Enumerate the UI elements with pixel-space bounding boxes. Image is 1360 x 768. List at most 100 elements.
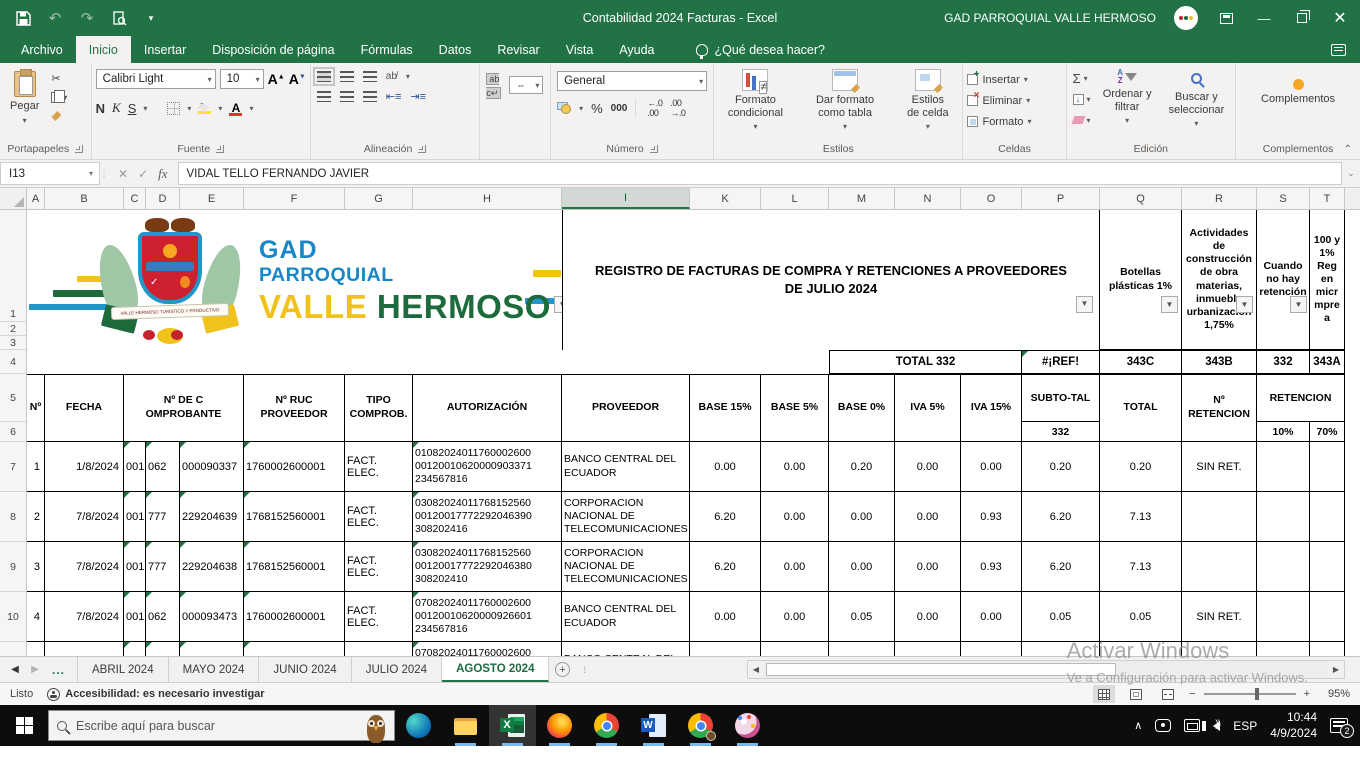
cell-autorizacion[interactable]: 07082024011760002600 0012001062000093473… xyxy=(413,642,562,656)
row-header-7[interactable]: 7 xyxy=(0,442,26,492)
cell-iva5[interactable]: 0.00 xyxy=(895,592,961,642)
cell-base5[interactable]: 0.00 xyxy=(761,642,829,656)
cell-total[interactable]: 0.25 xyxy=(1100,642,1182,656)
cell-total[interactable]: 0.05 xyxy=(1100,592,1182,642)
network-icon[interactable] xyxy=(1184,719,1201,732)
cell-ruc[interactable]: 1760002600001 xyxy=(244,642,345,656)
cell-total[interactable]: 7.13 xyxy=(1100,492,1182,542)
header-iva5[interactable]: IVA 5% xyxy=(895,374,961,442)
clipboard-dialog-launcher[interactable] xyxy=(75,145,84,153)
header-subtotal[interactable]: SUBTO-TAL 332 xyxy=(1022,374,1100,442)
column-header-R[interactable]: R xyxy=(1182,188,1257,209)
column-header-M[interactable]: M xyxy=(829,188,895,209)
cell-iva15[interactable]: 0.93 xyxy=(961,542,1022,592)
cell-subtotal[interactable]: 6.20 xyxy=(1022,542,1100,592)
menu-tab-f-rmulas[interactable]: Fórmulas xyxy=(348,36,426,63)
cell-iva5[interactable]: 0.00 xyxy=(895,492,961,542)
cell-base15[interactable]: 0.00 xyxy=(690,642,761,656)
volume-icon[interactable] xyxy=(1202,719,1221,731)
collapse-ribbon-icon[interactable]: ⌃ xyxy=(1344,144,1352,155)
column-header-D[interactable]: D xyxy=(146,188,180,209)
cell-d[interactable]: 777 xyxy=(146,492,180,542)
cell-t[interactable] xyxy=(1310,492,1345,542)
filter-dropdown-q[interactable]: ▼ xyxy=(1161,296,1178,313)
cell-tipo[interactable]: FACT. ELEC. xyxy=(345,492,413,542)
borders-dropdown[interactable]: ▾ xyxy=(187,104,191,113)
language-indicator[interactable]: ESP xyxy=(1233,719,1257,733)
cell-c[interactable]: 001 xyxy=(124,492,146,542)
filter-dropdown-s[interactable]: ▼ xyxy=(1290,296,1307,313)
header-cuando[interactable]: Cuando no hay retención ▼ xyxy=(1257,210,1310,350)
cell-iva5[interactable]: 0.00 xyxy=(895,642,961,656)
save-icon[interactable] xyxy=(14,9,32,27)
cell-t[interactable] xyxy=(1310,642,1345,656)
taskbar-search-input[interactable]: Escribe aquí para buscar xyxy=(48,710,395,743)
zoom-slider-thumb[interactable] xyxy=(1255,688,1260,700)
fill-color-dropdown[interactable]: ▾ xyxy=(218,104,222,113)
header-retencion[interactable]: RETENCION 10% 70% xyxy=(1257,374,1345,442)
cell-d[interactable]: 777 xyxy=(146,542,180,592)
restore-button[interactable] xyxy=(1292,8,1312,28)
menu-tab-disposici-n-de-p-gina[interactable]: Disposición de página xyxy=(199,36,347,63)
enter-icon[interactable]: ✓ xyxy=(138,167,148,181)
cell-autorizacion[interactable]: 03082024011768152560 0012001777229204638… xyxy=(413,542,562,592)
filter-dropdown-logo[interactable]: ▼ xyxy=(554,296,562,313)
borders-button[interactable] xyxy=(167,101,181,115)
paste-button[interactable]: Pegar ▾ xyxy=(4,67,45,129)
number-dialog-launcher[interactable] xyxy=(649,145,658,153)
row-header-11[interactable]: 11 xyxy=(0,642,26,656)
total-332-cell[interactable]: TOTAL 332 xyxy=(829,350,1022,374)
cell-s[interactable] xyxy=(1257,492,1310,542)
column-header-A[interactable]: A xyxy=(27,188,45,209)
cell-iva5[interactable]: 0.00 xyxy=(895,442,961,492)
cell-proveedor[interactable]: BANCO CENTRAL DEL ECUADOR xyxy=(562,442,690,492)
column-header-B[interactable]: B xyxy=(45,188,124,209)
clear-button[interactable]: ▾ xyxy=(1071,112,1093,128)
close-button[interactable]: ✕ xyxy=(1330,8,1350,28)
notification-center-icon[interactable]: 2 xyxy=(1330,718,1354,738)
font-size-combo[interactable]: 10 ▾ xyxy=(219,69,264,89)
increase-indent-button[interactable]: ⇥≡ xyxy=(410,90,426,103)
cell-fecha[interactable]: 7/8/2024 xyxy=(45,642,124,656)
cell-tipo[interactable]: FACT. ELEC. xyxy=(345,542,413,592)
taskbar-excel-icon[interactable]: X xyxy=(489,705,536,746)
autosum-button[interactable]: Σ ▾ xyxy=(1071,70,1093,86)
menu-tab-ayuda[interactable]: Ayuda xyxy=(606,36,667,63)
column-header-L[interactable]: L xyxy=(761,188,829,209)
select-all-corner[interactable] xyxy=(0,188,27,209)
column-header-F[interactable]: F xyxy=(244,188,345,209)
logo-cell[interactable]: ✓ VALLE HERMOSO TURÍSTICO Y PRODUCTIVO G… xyxy=(27,210,562,350)
row-header-8[interactable]: 8 xyxy=(0,492,26,542)
tray-expand-icon[interactable]: ∧ xyxy=(1134,719,1142,732)
cell-n[interactable]: 5 xyxy=(27,642,45,656)
header-actividades[interactable]: Actividades de construcción de obra mate… xyxy=(1182,210,1257,350)
undo-icon[interactable]: ↶ xyxy=(46,9,64,27)
cell-tipo[interactable]: FACT. ELEC. xyxy=(345,592,413,642)
sheet-prev-icon[interactable]: ◀ xyxy=(6,664,24,675)
cell-n[interactable]: 3 xyxy=(27,542,45,592)
header-iva15[interactable]: IVA 15% xyxy=(961,374,1022,442)
header-base0[interactable]: BASE 0% xyxy=(829,374,895,442)
scroll-right-icon[interactable]: ▶ xyxy=(1328,665,1344,674)
grow-font-button[interactable]: A▲ xyxy=(268,71,285,87)
taskbar-explorer-icon[interactable] xyxy=(442,705,489,746)
column-header-H[interactable]: H xyxy=(413,188,562,209)
cell-subtotal[interactable]: 0.25 xyxy=(1022,642,1100,656)
menu-tab-archivo[interactable]: Archivo xyxy=(8,36,76,63)
account-name[interactable]: GAD PARROQUIAL VALLE HERMOSO xyxy=(944,11,1156,25)
insert-cells-button[interactable]: Insertar▾ xyxy=(967,69,1028,88)
horizontal-scroll-thumb[interactable] xyxy=(766,663,1116,676)
page-layout-view-button[interactable] xyxy=(1125,685,1147,703)
fill-color-button[interactable] xyxy=(198,102,212,114)
shrink-font-button[interactable]: A▼ xyxy=(289,71,306,87)
align-center-button[interactable] xyxy=(339,91,354,102)
menu-tab-revisar[interactable]: Revisar xyxy=(484,36,552,63)
cell-autorizacion[interactable]: 07082024011760002600 0012001062000092660… xyxy=(413,592,562,642)
cell-retencion[interactable]: SIN RET. xyxy=(1182,592,1257,642)
header-ruc[interactable]: Nº RUC PROVEEDOR xyxy=(244,374,345,442)
cell-proveedor[interactable]: BANCO CENTRAL DEL ECUADOR xyxy=(562,592,690,642)
align-top-button[interactable] xyxy=(312,67,335,86)
row-header-5[interactable]: 5 xyxy=(0,374,26,422)
column-header-G[interactable]: G xyxy=(345,188,413,209)
scroll-left-icon[interactable]: ◀ xyxy=(748,665,764,674)
